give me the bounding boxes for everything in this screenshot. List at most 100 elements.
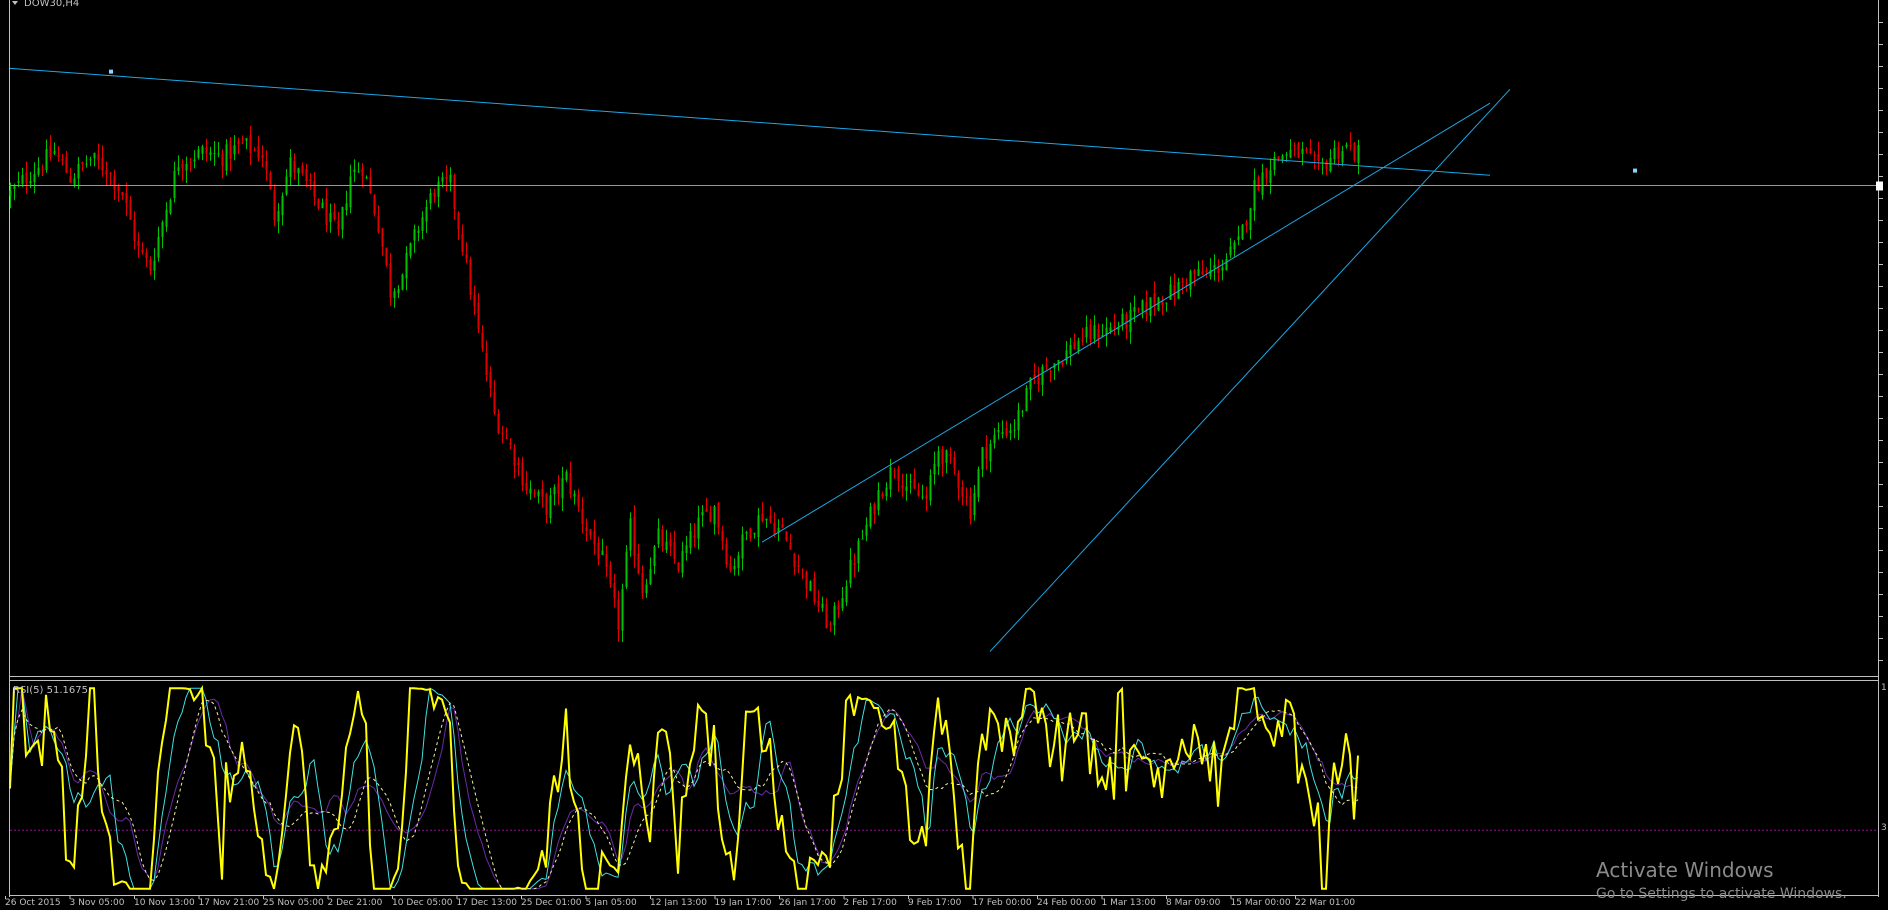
candle-body: [797, 565, 800, 567]
candle-body: [1289, 149, 1292, 158]
candle-body: [297, 168, 300, 174]
candle-body: [945, 450, 948, 463]
candle-body: [353, 169, 356, 172]
candle-body: [325, 198, 328, 225]
candle-body: [885, 487, 888, 497]
candle-body: [853, 563, 856, 565]
candle-body: [181, 163, 184, 169]
candle-body: [569, 473, 572, 495]
candle-body: [525, 482, 528, 491]
candle-body: [505, 438, 508, 440]
candle-body: [401, 274, 404, 290]
candle-body: [333, 211, 336, 220]
candle-body: [1213, 264, 1216, 269]
candle-body: [829, 624, 832, 626]
candle-body: [337, 220, 340, 230]
candle-body: [153, 260, 156, 271]
candle-body: [625, 551, 628, 587]
candle-body: [897, 468, 900, 481]
candle-body: [821, 603, 824, 609]
candle-body: [109, 172, 112, 174]
candle-body: [85, 163, 88, 165]
candle-body: [461, 234, 464, 252]
candle-body: [441, 177, 444, 182]
candle-body: [1237, 236, 1240, 241]
candle-body: [1353, 142, 1356, 160]
candle-body: [1197, 268, 1200, 277]
candle-body: [1045, 365, 1048, 367]
candle-body: [1313, 154, 1316, 157]
candle-body: [205, 147, 208, 154]
activate-windows-watermark: Activate Windows Go to Settings to activ…: [1596, 858, 1886, 902]
candle-body: [93, 152, 96, 159]
candle-body: [241, 142, 244, 144]
candle-body: [709, 511, 712, 522]
candle-body: [889, 467, 892, 490]
candle-body: [1257, 177, 1260, 191]
candle-body: [1293, 145, 1296, 147]
candle-body: [761, 513, 764, 522]
candle-body: [573, 493, 576, 497]
chart-window[interactable]: DOW30,H4 RSI(5) 51.1675 1 3 26 Oct 2015 3…: [0, 0, 1888, 908]
candle-body: [1349, 144, 1352, 147]
candle-body: [381, 228, 384, 247]
candle-body: [541, 488, 544, 497]
candle-body: [881, 493, 884, 497]
time-axis-label: 26 Jan 17:00: [779, 898, 836, 906]
candle-body: [313, 181, 316, 197]
candle-body: [1137, 308, 1140, 310]
candle-body: [1261, 172, 1264, 196]
time-axis-label: 25 Nov 05:00: [263, 898, 324, 906]
candle-body: [469, 259, 472, 295]
candle-body: [933, 463, 936, 475]
candle-body: [1073, 342, 1076, 349]
candle-body: [789, 543, 792, 550]
candle-body: [137, 240, 140, 246]
candle-body: [213, 152, 216, 155]
time-axis-label: 26 Oct 2015: [5, 898, 61, 906]
candle-body: [377, 216, 380, 233]
candle-body: [237, 141, 240, 144]
candle-body: [861, 538, 864, 540]
candle-body: [1133, 307, 1136, 312]
candle-body: [1069, 344, 1072, 355]
candle-body: [733, 565, 736, 570]
candle-body: [1089, 324, 1092, 340]
candle-body: [705, 509, 708, 512]
candle-body: [253, 149, 256, 151]
candle-body: [261, 154, 264, 159]
candle-body: [1285, 154, 1288, 156]
candle-body: [117, 186, 120, 192]
candle-body: [1305, 149, 1308, 152]
candle-body: [697, 517, 700, 539]
candle-body: [221, 154, 224, 167]
candle-body: [293, 160, 296, 173]
candle-body: [649, 569, 652, 585]
candle-body: [577, 494, 580, 507]
candle-body: [581, 508, 584, 524]
candle-body: [1109, 327, 1112, 332]
candle-body: [809, 581, 812, 591]
candle-body: [97, 153, 100, 161]
candle-body: [77, 163, 80, 179]
candle-body: [657, 528, 660, 544]
candle-body: [1309, 148, 1312, 154]
candle-body: [849, 559, 852, 584]
candle-body: [713, 506, 716, 525]
candle-body: [197, 149, 200, 158]
candle-body: [229, 140, 232, 159]
time-axis-label: 10 Dec 05:00: [392, 898, 453, 906]
candle-body: [249, 135, 252, 154]
candle-body: [765, 518, 768, 521]
candle-body: [477, 302, 480, 330]
candle-body: [805, 571, 808, 589]
candle-body: [557, 483, 560, 494]
candle-body: [673, 541, 676, 560]
candle-body: [1145, 301, 1148, 315]
candle-body: [157, 236, 160, 258]
candle-body: [1021, 411, 1024, 413]
candle-body: [25, 172, 28, 184]
watermark-subtitle: Go to Settings to activate Windows.: [1596, 886, 1847, 902]
candle-body: [265, 160, 268, 171]
chart-canvas[interactable]: DOW30,H4 RSI(5) 51.1675 1 3 26 Oct 2015 3…: [0, 0, 1888, 908]
